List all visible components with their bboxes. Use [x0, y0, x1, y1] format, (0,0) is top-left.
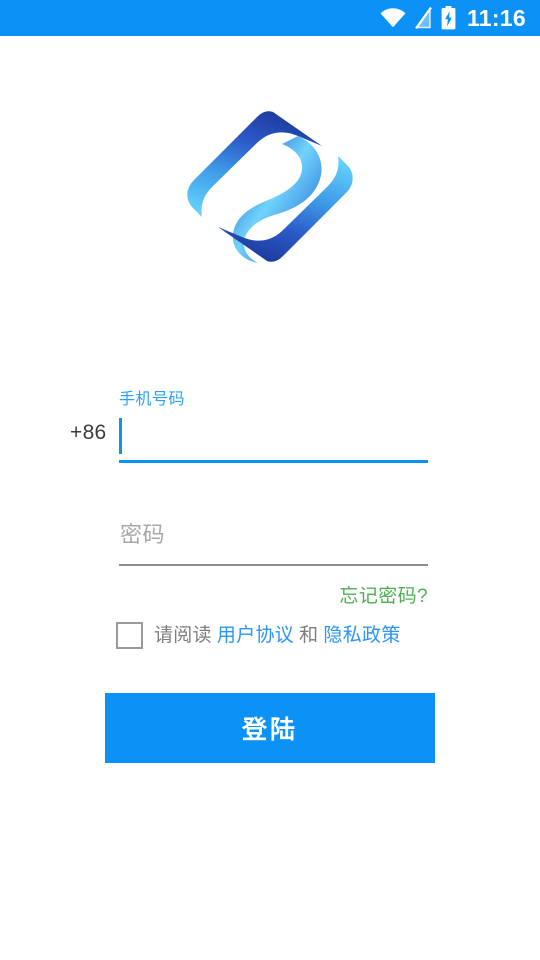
password-field-group[interactable]: 密码	[119, 520, 428, 570]
privacy-policy-link[interactable]: 隐私政策	[323, 626, 400, 645]
text-cursor	[119, 418, 122, 454]
agreement-text: 请阅读 用户协议 和 隐私政策	[154, 626, 401, 645]
agreement-checkbox[interactable]	[116, 622, 143, 649]
agreement-prefix-label: 请阅读	[154, 625, 212, 646]
phone-field-label: 手机号码	[119, 391, 186, 408]
login-button[interactable]: 登陆	[105, 693, 435, 763]
phone-field-underline	[119, 460, 428, 463]
forgot-password-link[interactable]: 忘记密码?	[0, 586, 428, 609]
phone-input[interactable]	[119, 414, 428, 460]
password-field-underline	[119, 564, 428, 566]
login-button-label: 登陆	[241, 716, 298, 744]
user-agreement-link[interactable]: 用户协议	[217, 626, 294, 645]
password-input[interactable]: 密码	[120, 524, 165, 546]
agreement-row: 请阅读 用户协议 和 隐私政策	[116, 622, 401, 649]
agreement-conjunction-label: 和	[299, 625, 319, 646]
phone-field-group[interactable]: 手机号码 +86	[70, 392, 470, 470]
login-form: 手机号码 +86 密码 忘记密码? 请阅读 用户协议 和 隐私政策 登陆	[0, 0, 540, 960]
country-code-prefix[interactable]: +86	[70, 422, 107, 443]
login-screen: 11:16 手机号码 +86 密码 忘记密码? 请阅读 用户协议 和 隐私政策 …	[0, 0, 540, 960]
